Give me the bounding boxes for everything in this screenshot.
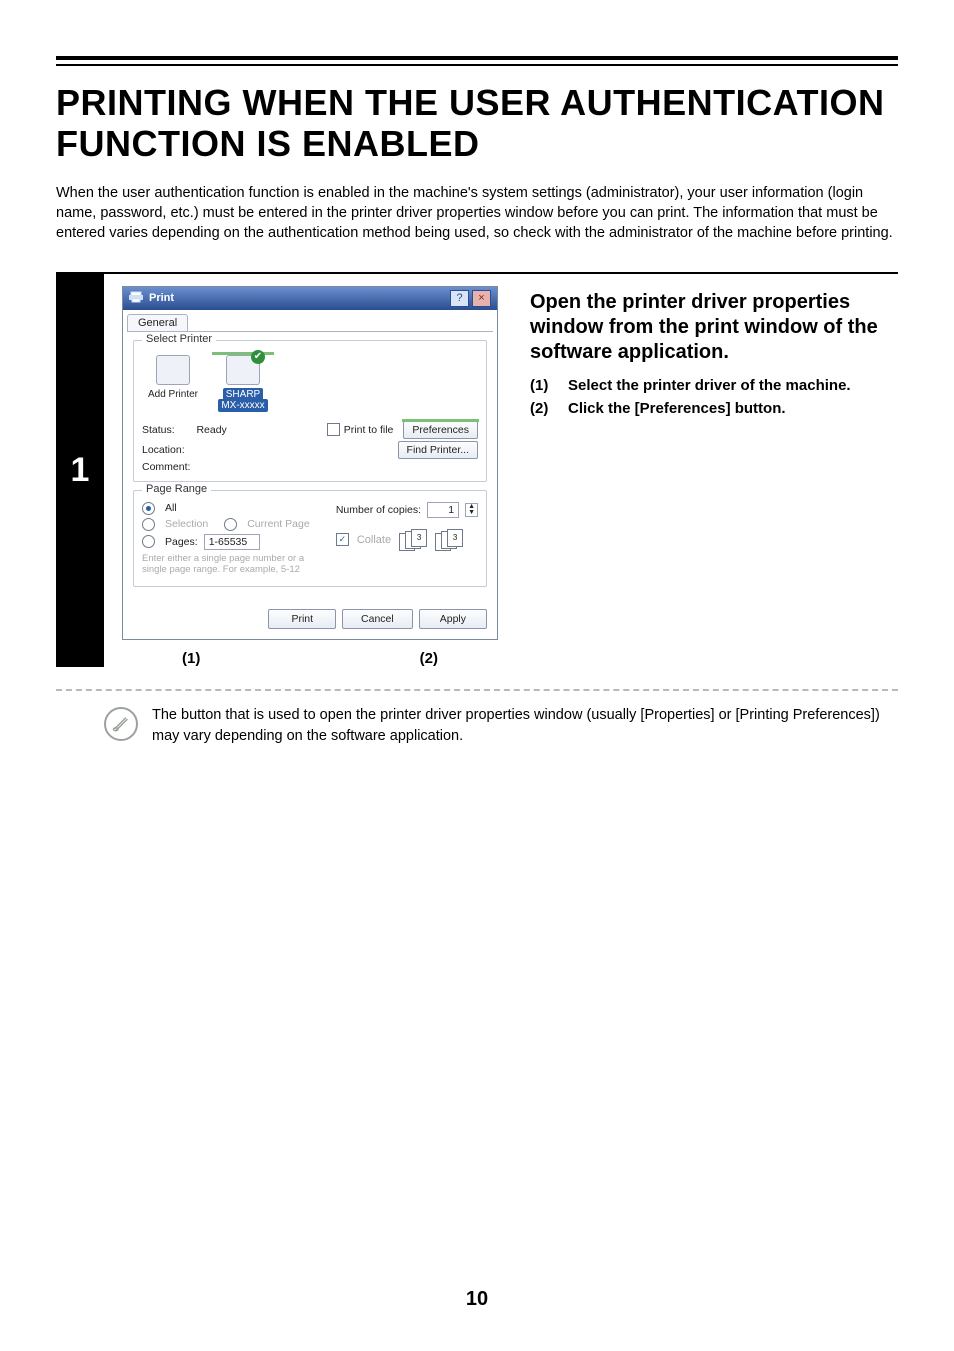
sharp-printer-item[interactable]: SHARP MX-xxxxx: [214, 355, 272, 411]
callout-label-1: (1): [182, 650, 200, 667]
instruction-text: Select the printer driver of the machine…: [568, 377, 851, 394]
printer-list: Add Printer SHARP MX-xxxxx: [142, 349, 478, 421]
radio-selection-row: Selection Current Page: [142, 518, 336, 531]
step-number: 1: [56, 274, 104, 668]
radio-all-row[interactable]: All: [142, 502, 336, 515]
radio-pages[interactable]: [142, 535, 155, 548]
radio-current-page: [224, 518, 237, 531]
radio-all[interactable]: [142, 502, 155, 515]
pages-hint: Enter either a single page number or a s…: [142, 553, 312, 576]
dialog-body: Select Printer Add Printer SHARP: [123, 332, 497, 604]
instruction-num: (2): [530, 400, 558, 417]
preferences-button[interactable]: Preferences: [403, 421, 478, 439]
window-controls: ? ×: [450, 290, 491, 307]
tab-strip: General: [127, 314, 493, 332]
radio-pages-label: Pages:: [165, 536, 198, 548]
tab-general[interactable]: General: [127, 314, 188, 331]
page-range-label: Page Range: [142, 483, 211, 495]
add-printer-item[interactable]: Add Printer: [144, 355, 202, 411]
help-window-button[interactable]: ?: [450, 290, 469, 307]
print-to-file-checkbox[interactable]: [327, 423, 340, 436]
print-dialog: Print ? × General Select Printer: [122, 286, 498, 641]
print-dialog-screenshot: Print ? × General Select Printer: [104, 286, 506, 668]
dialog-titlebar: Print ? ×: [123, 287, 497, 310]
pages-input[interactable]: 1-65535: [204, 534, 260, 550]
callout-label-2: (2): [420, 650, 438, 667]
select-printer-label: Select Printer: [142, 333, 216, 345]
instructions-list: (1) Select the printer driver of the mac…: [530, 377, 898, 417]
instructions-title: Open the printer driver properties windo…: [530, 290, 898, 365]
sharp-printer-icon: [226, 355, 260, 385]
close-window-button[interactable]: ×: [472, 290, 491, 307]
radio-selection: [142, 518, 155, 531]
location-label: Location:: [142, 444, 190, 456]
printer-status-grid: Status: Ready Print to file Preferences: [142, 421, 478, 473]
copies-column: Number of copies: 1 ▲ ▼ ✓ Collate: [336, 499, 478, 579]
page-number: 10: [0, 1288, 954, 1311]
note-icon: [104, 707, 138, 741]
sharp-printer-label: SHARP MX-xxxxx: [218, 389, 267, 411]
dialog-footer: Print Cancel Apply: [123, 603, 497, 639]
add-printer-label: Add Printer: [148, 389, 198, 400]
dashed-divider: [56, 689, 898, 691]
instruction-num: (1): [530, 377, 558, 394]
top-rule-light: [56, 64, 898, 66]
status-value: Ready: [196, 424, 320, 436]
print-to-file-label: Print to file: [344, 424, 394, 436]
note-text: The button that is used to open the prin…: [152, 705, 898, 746]
instructions: Open the printer driver properties windo…: [530, 286, 898, 668]
copies-input[interactable]: 1: [427, 502, 459, 518]
radio-selection-label: Selection: [165, 518, 208, 530]
collate-icon: 123: [435, 529, 463, 551]
copies-spinner-icon[interactable]: ▲ ▼: [465, 503, 478, 517]
add-printer-icon: [156, 355, 190, 385]
collate-icon: 123: [399, 529, 427, 551]
instruction-item: (1) Select the printer driver of the mac…: [530, 377, 898, 394]
top-rule-heavy: [56, 56, 898, 60]
find-printer-button[interactable]: Find Printer...: [398, 441, 478, 459]
dialog-title-text: Print: [149, 292, 174, 304]
instruction-text: Click the [Preferences] button.: [568, 400, 786, 417]
radio-all-label: All: [165, 502, 177, 514]
status-label: Status:: [142, 424, 190, 436]
step-body: Print ? × General Select Printer: [104, 274, 898, 668]
print-to-file-row: Print to file Preferences: [327, 421, 478, 439]
page: PRINTING WHEN THE USER AUTHENTICATION FU…: [0, 0, 954, 1351]
comment-label: Comment:: [142, 461, 190, 473]
lead-paragraph: When the user authentication function is…: [56, 183, 898, 244]
collate-row: ✓ Collate 123 123: [336, 529, 463, 551]
printer-icon: [129, 291, 143, 306]
collate-label: Collate: [357, 534, 391, 546]
collate-checkbox[interactable]: ✓: [336, 533, 349, 546]
select-printer-group: Select Printer Add Printer SHARP: [133, 340, 487, 482]
apply-button[interactable]: Apply: [419, 609, 487, 629]
page-range-group: Page Range All Selection: [133, 490, 487, 588]
step-row: 1 Print ? ×: [56, 272, 898, 668]
callout-labels: (1) (2): [182, 650, 438, 667]
note-row: The button that is used to open the prin…: [56, 705, 898, 746]
copies-row: Number of copies: 1 ▲ ▼: [336, 502, 478, 518]
radio-pages-row[interactable]: Pages: 1-65535: [142, 534, 336, 550]
instruction-item: (2) Click the [Preferences] button.: [530, 400, 898, 417]
print-button[interactable]: Print: [268, 609, 336, 629]
cancel-button[interactable]: Cancel: [342, 609, 413, 629]
copies-label: Number of copies:: [336, 504, 421, 516]
radio-current-page-label: Current Page: [247, 518, 309, 530]
page-title: PRINTING WHEN THE USER AUTHENTICATION FU…: [56, 82, 898, 165]
